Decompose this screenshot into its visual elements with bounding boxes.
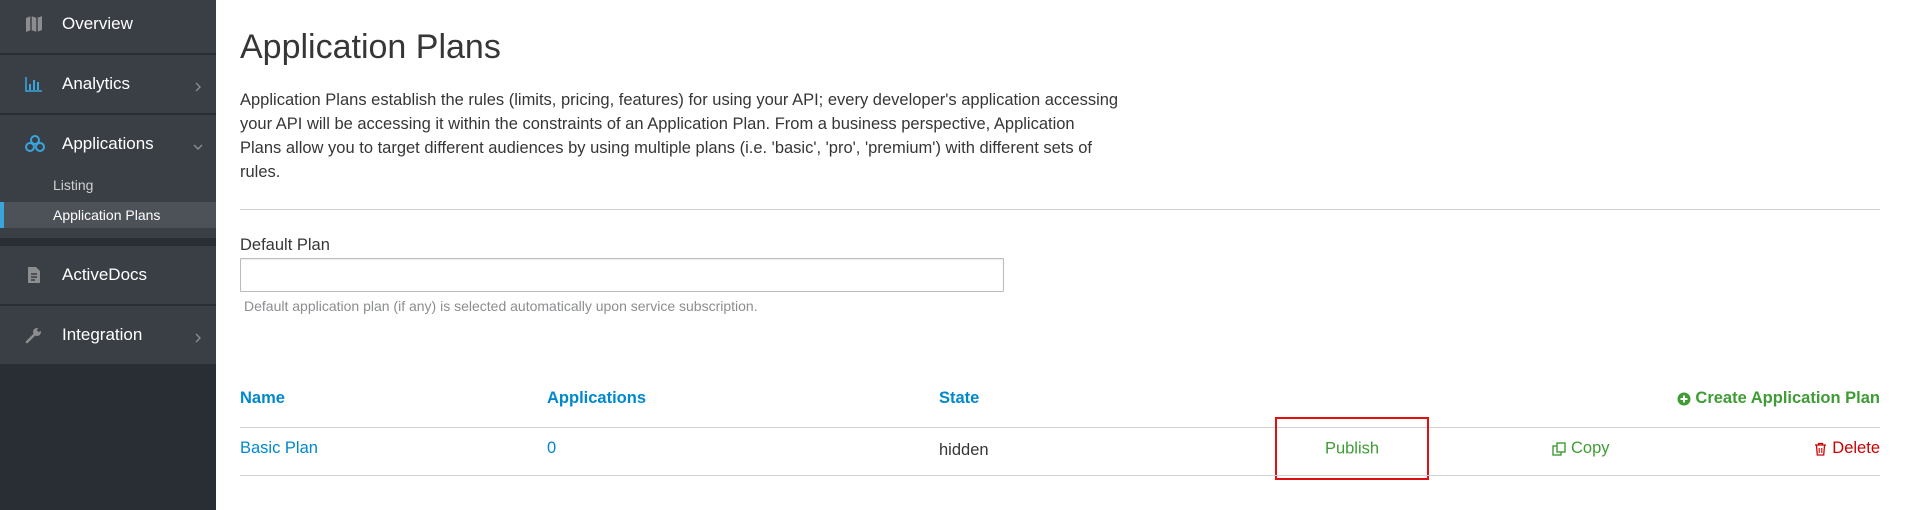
- sidebar-item-activedocs[interactable]: ActiveDocs: [0, 246, 216, 304]
- applications-submenu: Listing Application Plans: [0, 168, 216, 238]
- page-title: Application Plans: [240, 28, 501, 66]
- bar-chart-icon: [24, 74, 44, 94]
- publish-label: Publish: [1324, 439, 1380, 457]
- trash-icon: [1815, 442, 1827, 456]
- plan-applications-count-link[interactable]: 0: [547, 439, 556, 458]
- table-row-divider: [240, 475, 1880, 476]
- sidebar-subitem-label: Application Plans: [53, 207, 161, 223]
- sidebar-item-label: Analytics: [62, 74, 131, 93]
- plus-circle-icon: [1677, 392, 1691, 405]
- delete-label: Delete: [1832, 439, 1880, 457]
- sidebar-item-applications[interactable]: Applications: [0, 115, 216, 173]
- default-plan-help-text: Default application plan (if any) is sel…: [244, 298, 758, 314]
- table-row-divider: [240, 427, 1880, 428]
- default-plan-select[interactable]: [240, 258, 1004, 292]
- copy-icon: [1552, 441, 1566, 456]
- page-description: Application Plans establish the rules (l…: [240, 91, 1119, 181]
- default-plan-label: Default Plan: [240, 236, 330, 254]
- chevron-right-icon: [192, 78, 204, 92]
- copy-button[interactable]: Copy: [1552, 439, 1610, 458]
- sidebar: Overview Analytics Applications Listing …: [0, 0, 216, 510]
- sidebar-subitem-application-plans[interactable]: Application Plans: [0, 202, 216, 228]
- copy-label: Copy: [1571, 439, 1610, 457]
- sidebar-item-analytics[interactable]: Analytics: [0, 55, 216, 113]
- sidebar-subitem-listing[interactable]: Listing: [0, 172, 216, 198]
- wrench-icon: [24, 325, 44, 345]
- sidebar-item-overview[interactable]: Overview: [0, 0, 216, 53]
- sidebar-item-label: Overview: [62, 14, 133, 33]
- column-header-name[interactable]: Name: [240, 389, 285, 408]
- delete-button[interactable]: Delete: [1814, 439, 1880, 458]
- sidebar-item-label: Applications: [62, 134, 154, 153]
- sidebar-subitem-label: Listing: [53, 177, 94, 193]
- map-icon: [24, 14, 44, 34]
- sidebar-item-label: ActiveDocs: [62, 265, 148, 284]
- main-content: Application Plans Application Plans esta…: [240, 0, 1880, 510]
- sidebar-item-label: Integration: [62, 325, 143, 344]
- cubes-icon: [24, 134, 45, 154]
- create-application-plan-label: Create Application Plan: [1695, 389, 1880, 407]
- plan-name-link[interactable]: Basic Plan: [240, 439, 318, 458]
- sidebar-item-integration[interactable]: Integration: [0, 306, 216, 364]
- document-icon: [24, 265, 44, 285]
- divider: [240, 209, 1880, 210]
- publish-button[interactable]: Publish: [1275, 417, 1429, 480]
- column-header-state[interactable]: State: [939, 389, 979, 408]
- chevron-right-icon: [192, 329, 204, 343]
- chevron-down-icon: [192, 138, 204, 150]
- plan-state: hidden: [939, 441, 989, 459]
- column-header-applications[interactable]: Applications: [547, 389, 646, 408]
- create-application-plan-button[interactable]: Create Application Plan: [1677, 389, 1880, 408]
